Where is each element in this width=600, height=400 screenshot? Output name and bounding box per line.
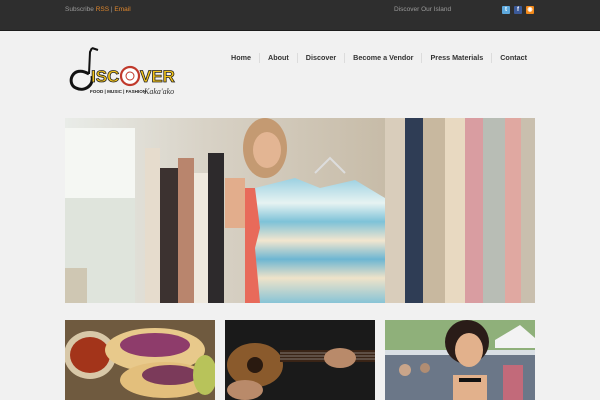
hero-image[interactable] bbox=[65, 118, 535, 303]
tagline: Discover Our Island bbox=[394, 6, 452, 13]
site-logo[interactable]: ISC VER FOOD | MUSIC | FASHION Kaka'ako bbox=[64, 44, 188, 98]
separator: | bbox=[110, 6, 113, 13]
music-thumbnail[interactable] bbox=[225, 320, 375, 400]
nav-become-vendor[interactable]: Become a Vendor bbox=[344, 53, 421, 63]
nav-discover[interactable]: Discover bbox=[296, 53, 344, 63]
nav-home[interactable]: Home bbox=[223, 53, 259, 63]
top-bar: Subscribe RSS | Email Discover Our Islan… bbox=[0, 0, 600, 31]
nav-about[interactable]: About bbox=[259, 53, 297, 63]
nav-contact[interactable]: Contact bbox=[491, 53, 535, 63]
rss-link[interactable]: RSS bbox=[96, 6, 109, 13]
logo-subtitle: FOOD | MUSIC | FASHION bbox=[90, 89, 147, 94]
svg-text:VER: VER bbox=[140, 67, 175, 86]
subscribe-label: Subscribe bbox=[65, 6, 94, 13]
social-icons: t f ◉ bbox=[502, 6, 534, 14]
rss-icon[interactable]: ◉ bbox=[526, 6, 534, 14]
nav-press-materials[interactable]: Press Materials bbox=[421, 53, 491, 63]
email-link[interactable]: Email bbox=[114, 6, 130, 13]
subscribe-links: Subscribe RSS | Email bbox=[65, 6, 131, 13]
main-nav: Home About Discover Become a Vendor Pres… bbox=[223, 53, 535, 63]
food-thumbnail[interactable] bbox=[65, 320, 215, 400]
twitter-icon[interactable]: t bbox=[502, 6, 510, 14]
fashion-thumbnail[interactable] bbox=[385, 320, 535, 400]
logo-wordmark: ISC bbox=[91, 67, 119, 86]
facebook-icon[interactable]: f bbox=[514, 6, 522, 14]
logo-script: Kaka'ako bbox=[143, 87, 174, 96]
